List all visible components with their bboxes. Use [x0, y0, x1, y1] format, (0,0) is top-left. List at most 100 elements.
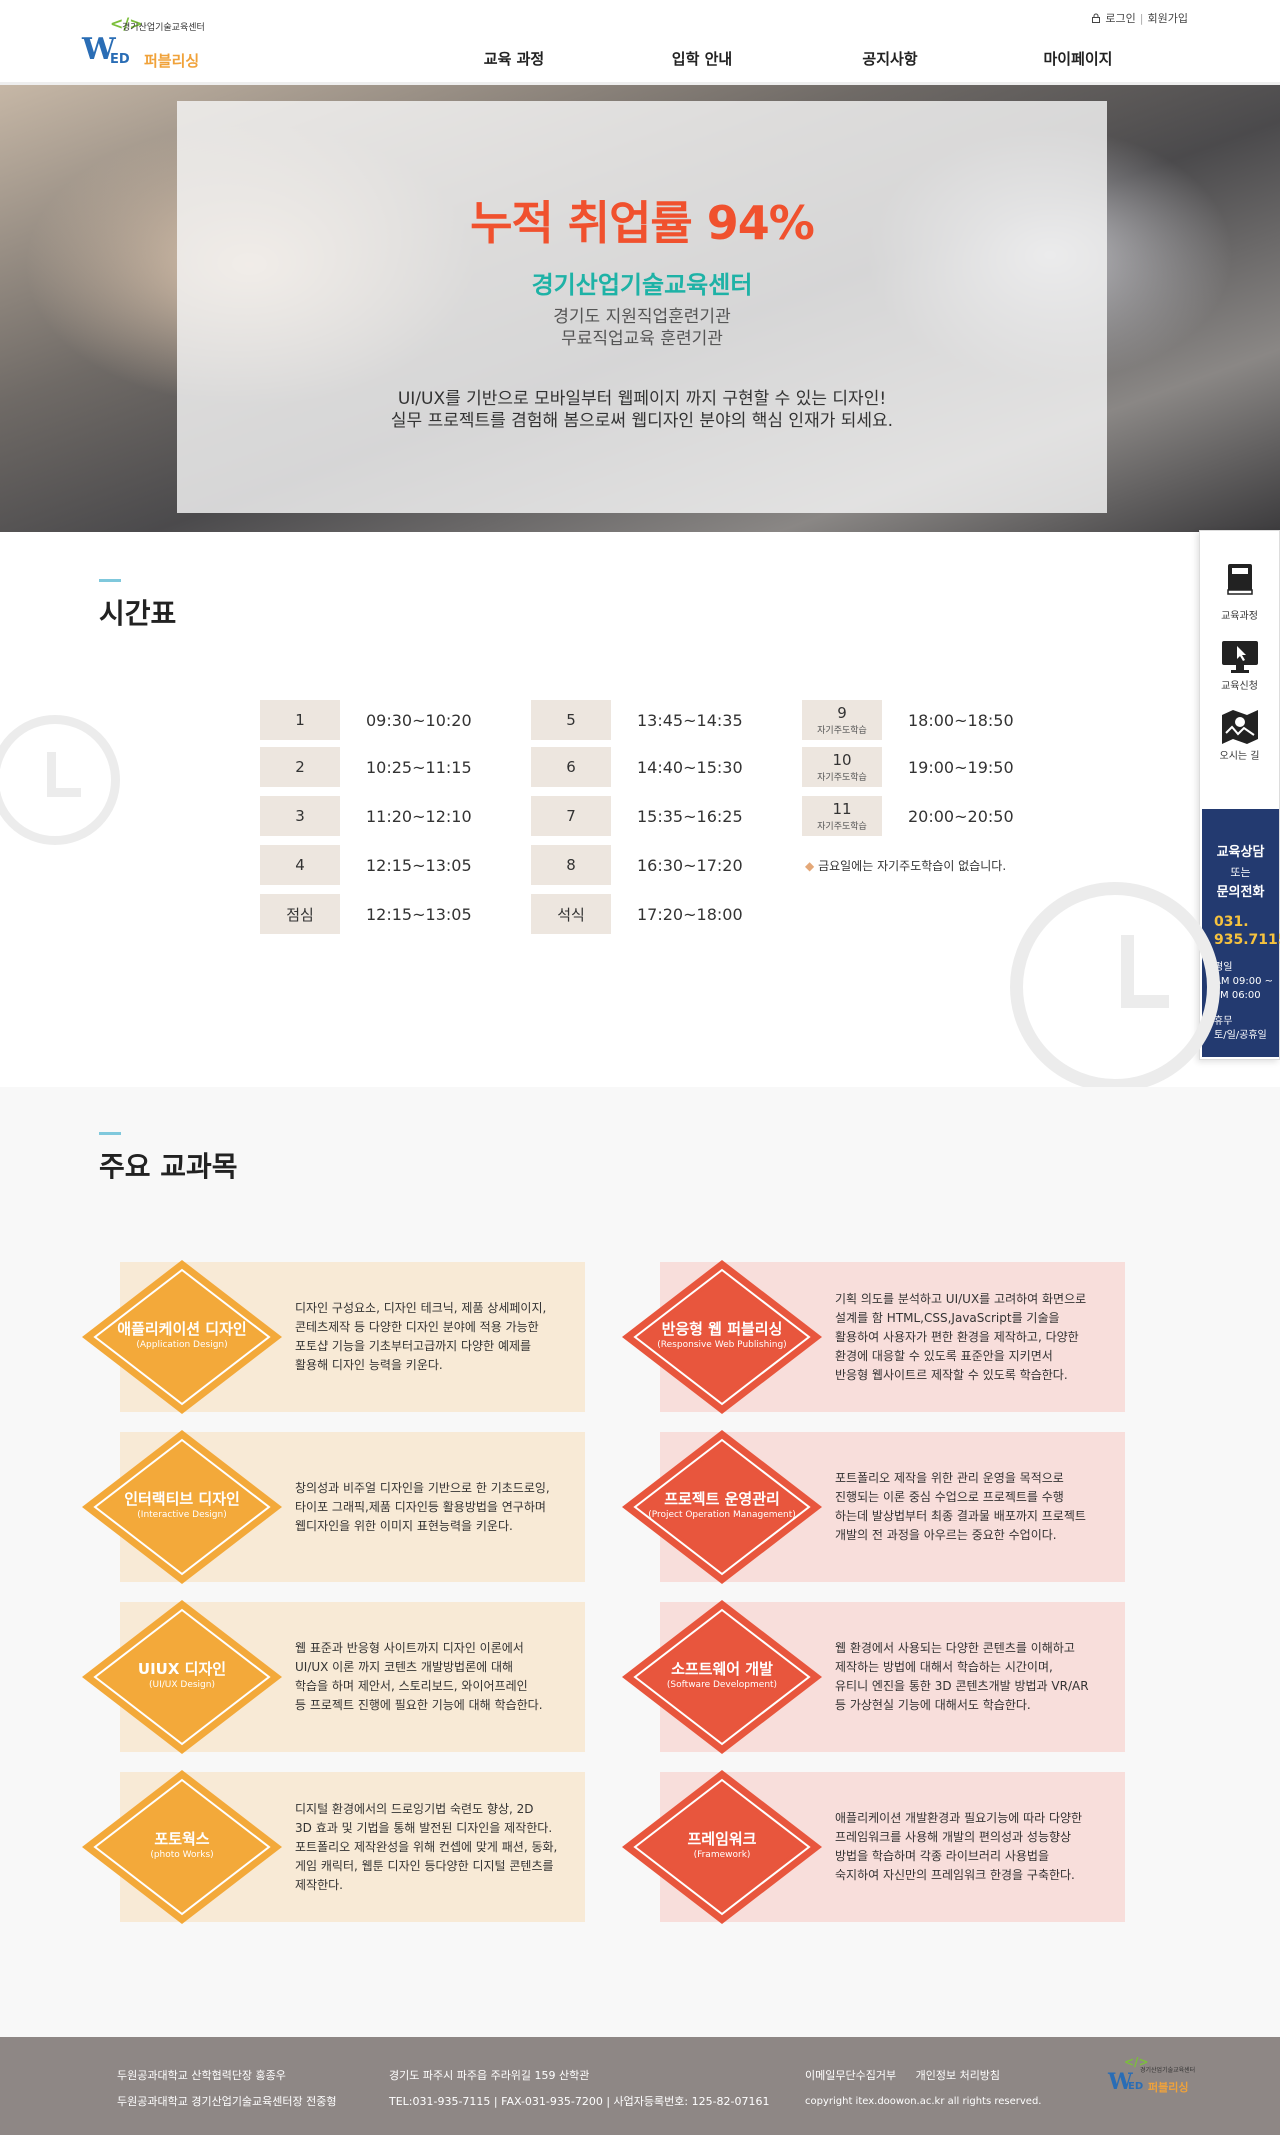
timetable-row: 2 10:25~11:15	[260, 747, 530, 787]
subject-name: 프로젝트 운영관리	[664, 1490, 780, 1508]
login-link[interactable]: 로그인	[1105, 10, 1135, 26]
hero-line-2: 무료직업교육 훈련기관	[561, 329, 723, 349]
description-line: 등 프로젝트 진행에 필요한 기능에 대해 학습한다.	[295, 1698, 543, 1712]
period-label: 4	[260, 845, 340, 885]
subject-card: 소프트웨어 개발 (Software Development) 웹 환경에서 사용되…	[620, 1600, 1125, 1754]
map-icon	[1222, 710, 1258, 744]
footer-line: 두원공과대학교 경기산업기술교육센터장 전중형	[117, 2095, 337, 2108]
weekday-hours: 평일 AM 09:00 ~ PM 06:00	[1214, 961, 1279, 1003]
quick-apply-label: 교육신청	[1221, 681, 1258, 692]
description-line: 반응형 웹사이트르 제작할 수 있도록 학습한다.	[835, 1367, 1068, 1382]
period-number: 7	[566, 807, 576, 825]
nav-mypage[interactable]: 마이페이지	[984, 48, 1172, 69]
timetable-row: 점심 12:15~13:05	[260, 894, 530, 934]
subject-description: 웹 표준과 반응형 사이트까지 디자인 이론에서 UI/UX 이론 까지 코텐츠 …	[295, 1602, 565, 1752]
description-line: 등 가상현실 기능에 대해서도 학습한다.	[835, 1698, 1031, 1712]
subject-diamond: 프로젝트 운영관리 (Project Operation Management)	[620, 1428, 824, 1586]
monitor-cursor-icon	[1222, 641, 1258, 673]
footer-col-1: 두원공과대학교 산학협력단장 홍종우 두원공과대학교 경기산업기술교육센터장 전…	[117, 2063, 337, 2115]
timetable-row: 1 09:30~10:20	[260, 700, 530, 740]
quick-directions-label: 오시는 길	[1219, 751, 1260, 762]
subject-description-lines: 창의성과 비주얼 디자인을 기반으로 한 기초드로잉, 타이포 그래픽,제품 디자…	[295, 1479, 550, 1536]
timetable-row: 7 15:35~16:25	[531, 796, 801, 836]
quick-courses[interactable]: 교육과정	[1200, 531, 1279, 622]
description-line: 웹 표준과 반응형 사이트까지 디자인 이론에서	[295, 1641, 524, 1655]
subject-english-name: (photo Works)	[150, 1850, 214, 1860]
hero-desc-1: UI/UX를 기반으로 모바일부터 웹페이지 까지 구현할 수 있는 디자인!	[397, 389, 887, 409]
self-study-label: 자기주도학습	[817, 726, 867, 736]
description-line: 설계를 함 HTML,CSS,JavaScript를 기술을	[835, 1310, 1060, 1325]
period-label: 9 자기주도학습	[802, 700, 882, 740]
site-logo[interactable]: </> 경기산업기술교육센터 W ED 퍼블리싱	[82, 14, 212, 72]
signup-link[interactable]: 회원가입	[1148, 10, 1188, 26]
subject-name: 애플리케이션 디자인	[117, 1320, 247, 1338]
period-time: 17:20~18:00	[637, 904, 743, 924]
description-line: 디자인 구성요소, 디자인 테크닉, 제품 상세페이지,	[295, 1301, 547, 1315]
subject-card: 애플리케이션 디자인 (Application Design) 디자인 구성요소, …	[80, 1260, 585, 1414]
subject-name: UIUX 디자인	[137, 1660, 227, 1678]
lock-icon	[1092, 13, 1101, 23]
clock-decoration-right	[1010, 882, 1220, 1092]
subject-card: 포토웍스 (photo Works) 디지털 환경에서의 드로잉기법 숙련도 향상,…	[80, 1770, 585, 1924]
nav-courses[interactable]: 교육 과정	[420, 48, 608, 69]
timetable-row: 4 12:15~13:05	[260, 845, 530, 885]
description-line: 콘테츠제작 등 다양한 디자인 분야에 적용 가능한	[295, 1320, 539, 1334]
timetable-title: 시간표	[99, 579, 176, 632]
contact-phone-1: 031.	[1214, 914, 1249, 930]
footer-link-privacy[interactable]: 개인정보 처리방침	[916, 2069, 1000, 2082]
subject-description-lines: 포트폴리오 제작을 위한 관리 운영을 목적으로 진행되는 이론 중심 수업으로 …	[835, 1469, 1086, 1545]
description-line: 활용하여 사용자가 편한 환경을 제작하고, 다양한	[835, 1329, 1079, 1344]
timetable-row: 8 16:30~17:20	[531, 845, 801, 885]
footer-logo-org: 경기산업기술교육센터	[1140, 2067, 1196, 2074]
period-time: 20:00~20:50	[908, 806, 1014, 826]
main-nav: 교육 과정 입학 안내 공지사항 마이페이지	[420, 48, 1172, 69]
quick-directions[interactable]: 오시는 길	[1200, 691, 1279, 771]
description-line: 웹 환경에서 사용되는 다양한 콘텐츠를 이해하고	[835, 1641, 1075, 1655]
clock-decoration-left	[0, 715, 120, 845]
description-line: 유티니 엔진을 통한 3D 콘텐츠개발 방법과 VR/AR	[835, 1679, 1089, 1693]
hero-line-1: 경기도 지원직업훈련기관	[553, 307, 731, 327]
description-line: 활용해 디자인 능력을 키운다.	[295, 1358, 443, 1372]
period-time: 12:15~13:05	[366, 904, 472, 924]
period-time: 16:30~17:20	[637, 855, 743, 875]
period-time: 09:30~10:20	[366, 710, 472, 730]
hero-banner: 누적 취업률 94% 경기산업기술교육센터 경기도 지원직업훈련기관 무료직업교…	[0, 85, 1280, 532]
period-time: 12:15~13:05	[366, 855, 472, 875]
nav-admission[interactable]: 입학 안내	[608, 48, 796, 69]
footer-address: 경기도 파주시 파주읍 주라위길 159 산학관	[389, 2069, 590, 2082]
nav-notice[interactable]: 공지사항	[796, 48, 984, 69]
subject-card: UIUX 디자인 (UI/UX Design) 웹 표준과 반응형 사이트까지 디자…	[80, 1600, 585, 1754]
period-number: 2	[295, 758, 305, 776]
subject-name: 프레임워크	[687, 1830, 757, 1848]
subject-english-name: (Framework)	[693, 1850, 751, 1860]
footer-logo[interactable]: </> 경기산업기술교육센터 W ED 퍼블리싱	[1108, 2055, 1198, 2105]
holiday-label: 휴무	[1214, 1016, 1233, 1027]
weekday-label: 평일	[1214, 962, 1233, 973]
subject-name: 소프트웨어 개발	[671, 1660, 773, 1678]
subject-description: 포트폴리오 제작을 위한 관리 운영을 목적으로 진행되는 이론 중심 수업으로 …	[835, 1432, 1105, 1582]
description-line: 포트폴리오 제작을 위한 관리 운영을 목적으로	[835, 1471, 1064, 1485]
period-number: 9	[837, 704, 847, 722]
period-number: 4	[295, 856, 305, 874]
footer-copyright: copyright itex.doowon.ac.kr all rights r…	[805, 2096, 1042, 2107]
subject-description-lines: 애플리케이션 개발환경과 필요기능에 따라 다양한 프레임워크를 사용해 개발의 …	[835, 1809, 1082, 1885]
subject-diamond: 애플리케이션 디자인 (Application Design)	[80, 1258, 284, 1416]
footer-col-3: 이메일무단수집거부 개인정보 처리방침 copyright itex.doowo…	[805, 2063, 1041, 2115]
site-header: </> 경기산업기술교육센터 W ED 퍼블리싱 로그인 | 회원가입 교육 과…	[0, 0, 1280, 85]
subject-english-name: (Application Design)	[136, 1340, 228, 1350]
period-label: 7	[531, 796, 611, 836]
description-line: 타이포 그래픽,제품 디자인등 활용방법을 연구하며	[295, 1499, 546, 1514]
timetable-row: 6 14:40~15:30	[531, 747, 801, 787]
period-time: 15:35~16:25	[637, 806, 743, 826]
quick-apply[interactable]: 교육신청	[1200, 611, 1279, 692]
subject-name: 포토웍스	[154, 1830, 210, 1848]
subject-english-name: (UI/UX Design)	[149, 1680, 215, 1690]
footer-contact: TEL:031-935-7115 | FAX-031-935-7200 | 사업…	[389, 2095, 770, 2108]
description-line: 게임 캐릭터, 웹툰 디자인 등다양한 디지털 콘텐츠를	[295, 1858, 554, 1873]
logo-brand: 퍼블리싱	[144, 52, 200, 70]
footer-link-email-refusal[interactable]: 이메일무단수집거부	[805, 2069, 896, 2082]
subject-description: 디자인 구성요소, 디자인 테크닉, 제품 상세페이지, 콘테츠제작 등 다양한 …	[295, 1262, 565, 1412]
description-line: 개발의 전 과정을 아우르는 중요한 수업이다.	[835, 1528, 1057, 1542]
period-label: 2	[260, 747, 340, 787]
self-study-label: 자기주도학습	[817, 822, 867, 832]
